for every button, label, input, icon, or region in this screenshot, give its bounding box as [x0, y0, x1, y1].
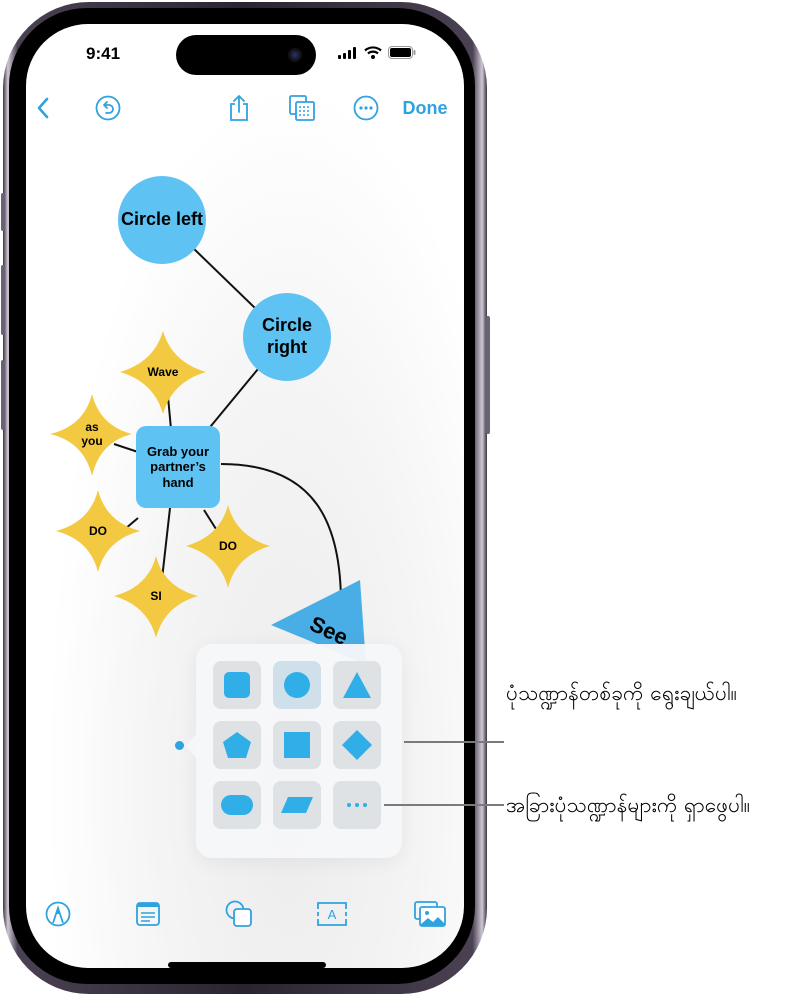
shape-triangle-button[interactable]: [333, 661, 381, 709]
shape-rounded-square-button[interactable]: [213, 661, 261, 709]
pentagon-icon: [223, 732, 251, 758]
circle-right-node[interactable]: [243, 293, 331, 381]
media-icon: [414, 901, 446, 927]
shapes-button[interactable]: [224, 896, 254, 932]
volume-up-button: [1, 265, 5, 335]
circle-left-node[interactable]: [118, 176, 206, 264]
undo-button[interactable]: [94, 90, 122, 126]
star-as-you-node[interactable]: [50, 394, 132, 476]
view-options-icon: [289, 95, 315, 121]
shape-circle-button[interactable]: [273, 661, 321, 709]
connector-line[interactable]: [190, 245, 257, 310]
more-shapes-button[interactable]: [333, 781, 381, 829]
connector-line[interactable]: [161, 507, 171, 580]
callout-more-shapes: အခြားပုံသဏ္ဍာန်များကို ရှာဖွေပါ။: [506, 793, 751, 817]
diamond-icon: [342, 730, 372, 760]
star-wave-node[interactable]: [120, 331, 206, 414]
sticky-note-button[interactable]: [134, 896, 162, 932]
back-button[interactable]: [32, 90, 54, 126]
triangle-icon: [343, 672, 371, 698]
callout-line-more-shapes: [384, 804, 504, 806]
view-options-button[interactable]: [288, 90, 316, 126]
bottom-toolbar: A: [26, 896, 464, 932]
star-do-right-node[interactable]: [186, 505, 270, 588]
connector-line[interactable]: [113, 443, 139, 453]
square-icon: [284, 732, 310, 758]
media-button[interactable]: [414, 896, 446, 932]
undo-icon: [95, 95, 121, 121]
dynamic-island: [176, 35, 316, 75]
sticky-note-icon: [136, 902, 160, 926]
shape-pentagon-button[interactable]: [213, 721, 261, 769]
action-button: [1, 193, 5, 231]
pen-tool-button[interactable]: [44, 896, 72, 932]
more-shapes-ellipsis-icon: [347, 803, 367, 807]
shape-diamond-button[interactable]: [333, 721, 381, 769]
pill-icon: [221, 795, 253, 815]
screen: See Circle left Circle right Grab your p…: [26, 24, 464, 968]
circle-icon: [284, 672, 310, 698]
status-time: 9:41: [86, 44, 121, 63]
done-button[interactable]: Done: [400, 90, 450, 126]
wifi-icon: [364, 46, 382, 59]
text-box-icon: A: [317, 902, 347, 926]
connector-line[interactable]: [203, 509, 217, 530]
shape-square-button[interactable]: [273, 721, 321, 769]
battery-icon: [388, 46, 416, 59]
rounded-square-icon: [224, 672, 250, 698]
grab-hand-node[interactable]: [136, 426, 220, 508]
shapes-icon: [225, 900, 252, 927]
cellular-signal-icon: [338, 46, 356, 59]
text-box-button[interactable]: A: [316, 896, 348, 932]
star-do-left-node[interactable]: [56, 490, 140, 572]
connection-anchor-handle[interactable]: [175, 741, 184, 750]
home-indicator: [168, 962, 326, 968]
parallelogram-icon: [281, 797, 313, 813]
top-toolbar: Done: [26, 90, 464, 126]
pen-tool-icon: [45, 901, 71, 927]
shape-parallelogram-button[interactable]: [273, 781, 321, 829]
share-button[interactable]: [226, 90, 252, 126]
more-ellipsis-icon: [353, 95, 379, 121]
shape-grid: [213, 661, 381, 829]
callout-line-select-shape: [404, 741, 504, 743]
star-si-node[interactable]: [114, 556, 198, 638]
more-button[interactable]: [352, 90, 380, 126]
chevron-left-icon: [37, 97, 49, 119]
front-camera-icon: [288, 48, 302, 62]
shape-picker-popover: [186, 644, 402, 858]
connector-line[interactable]: [205, 368, 259, 433]
side-power-button: [486, 316, 490, 434]
volume-down-button: [1, 360, 5, 430]
status-icons: [338, 46, 416, 59]
shape-pill-button[interactable]: [213, 781, 261, 829]
share-icon: [230, 95, 248, 121]
callout-select-shape: ပုံသဏ္ဍာန်တစ်ခုကို ရွေးချယ်ပါ။: [506, 681, 737, 705]
svg-text:A: A: [328, 907, 337, 922]
